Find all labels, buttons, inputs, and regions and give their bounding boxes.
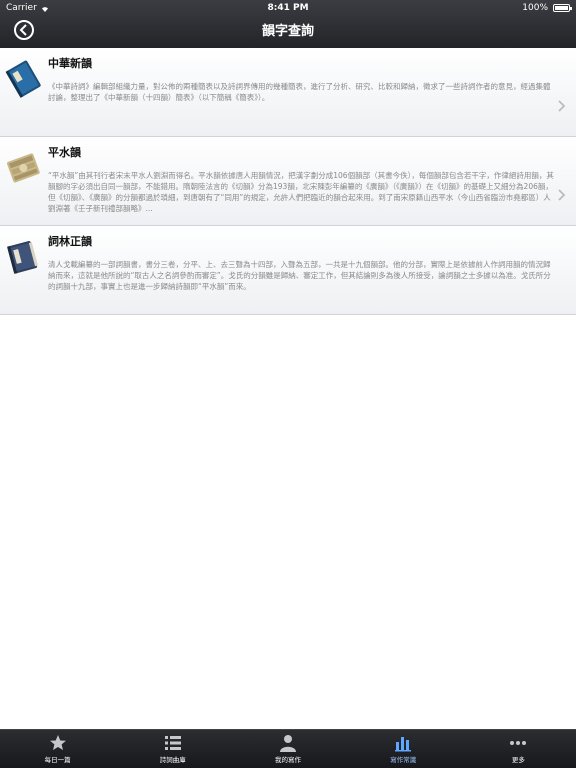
tab-label: 詩詞曲庫 [159,756,186,764]
bar-chart-icon [395,737,412,752]
row-description: 《中華詩詞》編輯部組織力量，對公佈的兩種簡表以及詩詞界傳用的幾種簡表，進行了分析… [48,82,551,102]
tab-library[interactable]: 詩詞曲庫 [115,730,230,768]
tab-label: 我的寫作 [275,756,301,764]
list-item-cilin-zhengyun[interactable]: 詞林正韻 清人戈載編纂的一部詞韻書，書分三卷，分平、上、去三聲為十四部，入聲為五… [0,226,576,315]
row-title: 詞林正韻 [48,235,92,248]
tab-label: 更多 [511,756,525,764]
more-dots-icon [510,741,527,745]
tab-bar: 每日一篇 詩詞曲庫 我的寫作 寫作常識 更多 [0,729,576,768]
list-item-pingshui-yun[interactable]: 平水韻 “平水韻”由其刊行者宋末平水人劉淵而得名。平水韻依據唐人用韻情況，把漢字… [0,137,576,226]
battery-icon [553,4,572,12]
tab-daily[interactable]: 每日一篇 [0,730,115,768]
book-open-icon [7,241,38,274]
star-icon [49,735,66,750]
tab-label: 每日一篇 [44,756,71,764]
tab-more[interactable]: 更多 [461,730,576,768]
row-title: 平水韻 [48,146,81,159]
row-description: 清人戈載編纂的一部詞韻書，書分三卷，分平、上、去三聲為十四部，入聲為五部，一共是… [48,260,551,291]
status-bar: Carrier 8:41 PM 100% [0,0,576,16]
battery-percent: 100% [522,3,548,13]
chevron-right-icon [558,100,566,112]
status-time: 8:41 PM [267,3,309,13]
chevron-right-icon [558,189,566,201]
navigation-bar: Carrier 8:41 PM 100% 韻字查詢 [0,0,576,48]
tab-my-writing[interactable]: 我的寫作 [230,730,345,768]
tab-writing-knowledge[interactable]: 寫作常識 [346,730,461,768]
person-icon [280,735,296,752]
book-closed-icon [5,60,41,98]
tab-label: 寫作常識 [390,756,417,764]
list-icon [164,736,181,750]
rhyme-list: 中華新韻 《中華詩詞》編輯部組織力量，對公佈的兩種簡表以及詩詞界傳用的幾種簡表，… [0,48,576,315]
row-title: 中華新韻 [48,57,92,70]
page-title: 韻字查詢 [261,24,314,39]
scroll-stack-icon [6,153,40,183]
row-description: “平水韻”由其刊行者宋末平水人劉淵而得名。平水韻依據唐人用韻情況，把漢字劃分成1… [48,171,554,213]
list-item-zhonghua-xinyun[interactable]: 中華新韻 《中華詩詞》編輯部組織力量，對公佈的兩種簡表以及詩詞界傳用的幾種簡表，… [0,48,576,137]
